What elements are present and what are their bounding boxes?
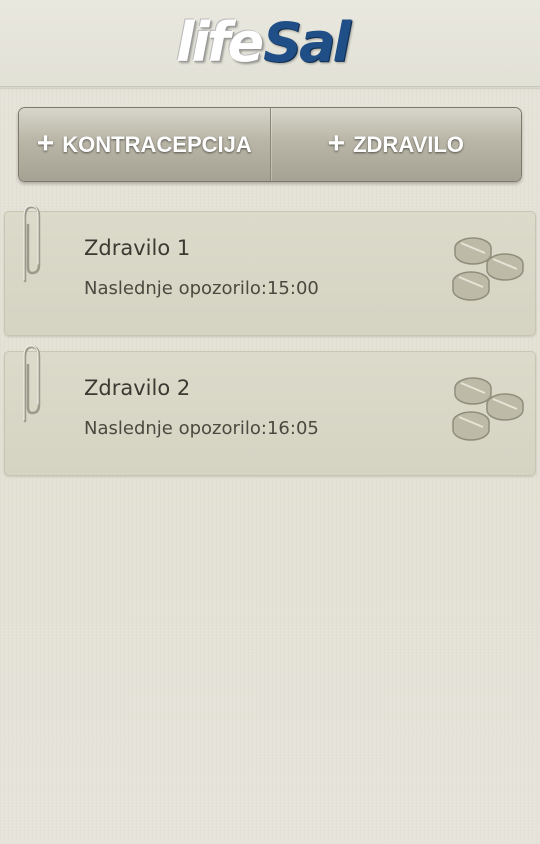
- next-reminder-text: Naslednje opozorilo:16:05: [84, 418, 319, 439]
- pills-icon: [452, 237, 524, 301]
- next-reminder-text: Naslednje opozorilo:15:00: [84, 278, 319, 299]
- header-divider: [0, 88, 540, 89]
- paperclip-icon: [23, 345, 41, 423]
- add-contraception-label: KONTRACEPCIJA: [62, 131, 252, 157]
- paperclip-icon: [23, 205, 41, 283]
- medication-card[interactable]: Zdravilo 1 Naslednje opozorilo:15:00: [4, 205, 536, 336]
- pills-icon: [452, 377, 524, 441]
- add-contraception-button[interactable]: + KONTRACEPCIJA: [19, 108, 270, 181]
- app-header: life Sal: [0, 0, 540, 87]
- logo-text-life: life: [176, 11, 264, 74]
- add-medication-label: ZDRAVILO: [353, 131, 464, 157]
- plus-icon: +: [36, 126, 55, 160]
- medication-card[interactable]: Zdravilo 2 Naslednje opozorilo:16:05: [4, 345, 536, 476]
- lifesal-logo: life Sal: [176, 11, 351, 74]
- medication-name: Zdravilo 1: [84, 236, 191, 260]
- add-buttons-bar: + KONTRACEPCIJA + ZDRAVILO: [18, 107, 522, 182]
- medication-name: Zdravilo 2: [84, 376, 191, 400]
- logo-text-sal: Sal: [263, 11, 351, 74]
- plus-icon: +: [327, 126, 346, 160]
- add-medication-button[interactable]: + ZDRAVILO: [269, 108, 521, 181]
